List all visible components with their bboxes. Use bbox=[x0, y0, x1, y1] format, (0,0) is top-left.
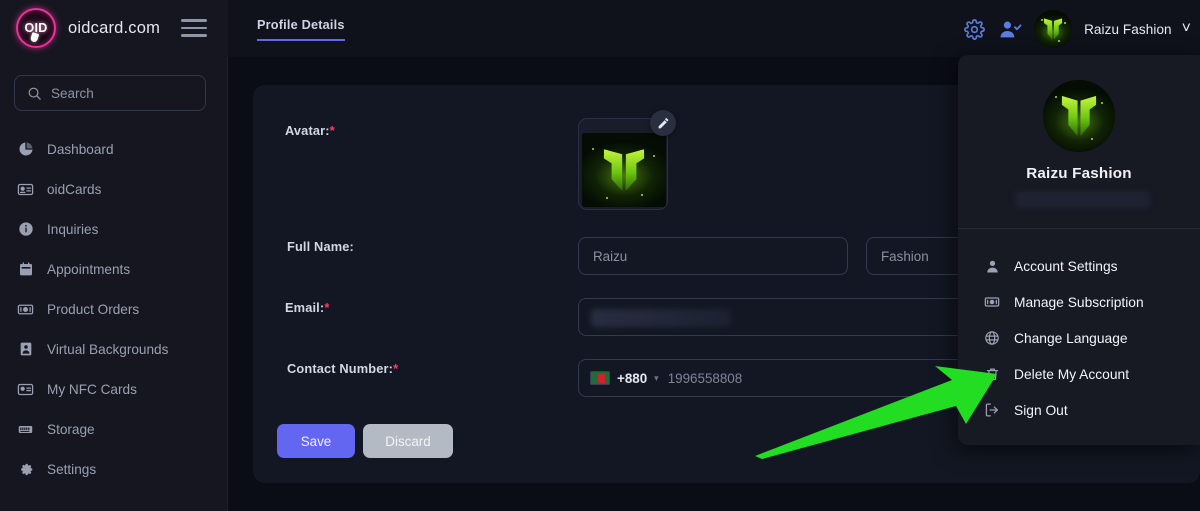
gear-icon[interactable] bbox=[962, 17, 986, 41]
sidebar-item-my-nfc-cards[interactable]: My NFC Cards bbox=[0, 369, 228, 409]
sidebar-item-label: Appointments bbox=[47, 261, 131, 277]
sidebar-item-appointments[interactable]: Appointments bbox=[0, 249, 228, 289]
sidebar-item-dashboard[interactable]: Dashboard bbox=[0, 129, 228, 169]
menu-item-label: Delete My Account bbox=[1014, 366, 1130, 382]
globe-icon bbox=[983, 330, 1001, 346]
sidebar-item-product-orders[interactable]: Product Orders bbox=[0, 289, 228, 329]
sidebar-nav: Dashboard oidCards Inquiries Appointment… bbox=[0, 129, 228, 489]
email-redacted-value bbox=[591, 309, 731, 327]
search-placeholder: Search bbox=[51, 85, 94, 101]
first-name-input[interactable]: Raizu bbox=[578, 237, 848, 275]
last-name-placeholder: Fashion bbox=[881, 248, 929, 264]
top-actions: Raizu Fashion ˅ bbox=[962, 10, 1191, 48]
contact-number-label: Contact Number:* bbox=[287, 361, 398, 376]
pie-chart-icon bbox=[17, 141, 34, 157]
discard-button[interactable]: Discard bbox=[363, 424, 453, 458]
menu-item-delete-my-account[interactable]: Delete My Account bbox=[958, 356, 1200, 392]
required-asterisk: * bbox=[393, 361, 399, 376]
contact-number-label-text: Contact Number: bbox=[287, 361, 394, 376]
email-label-text: Email: bbox=[285, 300, 325, 315]
sidebar-item-label: Settings bbox=[47, 461, 97, 477]
sidebar-item-oidcards[interactable]: oidCards bbox=[0, 169, 228, 209]
top-user-name: Raizu Fashion bbox=[1084, 21, 1172, 37]
sidebar: Search Dashboard oidCards Inquiries Appo… bbox=[0, 57, 228, 511]
dropdown-user-name: Raizu Fashion bbox=[1026, 165, 1132, 182]
full-name-label-text: Full Name: bbox=[287, 239, 354, 254]
user-dropdown-menu: Raizu Fashion Account Settings Manage Su… bbox=[958, 55, 1200, 445]
logo-tail-shape bbox=[29, 32, 40, 43]
nfc-card-icon bbox=[17, 381, 34, 398]
sidebar-item-virtual-backgrounds[interactable]: Virtual Backgrounds bbox=[0, 329, 228, 369]
menu-item-label: Sign Out bbox=[1014, 402, 1068, 418]
id-card-icon bbox=[17, 181, 34, 198]
contact-number-placeholder: 1996558808 bbox=[667, 370, 743, 386]
save-button[interactable]: Save bbox=[277, 424, 355, 458]
info-circle-icon bbox=[17, 221, 34, 237]
brand[interactable]: OID oidcard.com bbox=[16, 8, 160, 48]
required-asterisk: * bbox=[329, 123, 335, 138]
country-code: +880 bbox=[617, 370, 648, 386]
dropdown-avatar bbox=[1043, 80, 1115, 152]
dropdown-email-redacted bbox=[1015, 191, 1150, 208]
person-icon bbox=[983, 259, 1001, 274]
sidebar-item-label: My NFC Cards bbox=[47, 381, 137, 397]
avatar[interactable] bbox=[1034, 10, 1073, 48]
avatar-upload-box[interactable] bbox=[578, 110, 676, 210]
menu-item-manage-subscription[interactable]: Manage Subscription bbox=[958, 284, 1200, 320]
sidebar-item-label: oidCards bbox=[47, 181, 102, 197]
calendar-icon bbox=[17, 261, 34, 277]
email-label: Email:* bbox=[285, 300, 330, 315]
required-asterisk: * bbox=[324, 300, 330, 315]
card-money-icon bbox=[983, 294, 1001, 310]
dropdown-item-list: Account Settings Manage Subscription Cha bbox=[958, 248, 1200, 428]
search-icon bbox=[28, 87, 41, 100]
sidebar-item-storage[interactable]: Storage bbox=[0, 409, 228, 449]
oid-logo-icon: OID bbox=[16, 8, 56, 48]
sidebar-item-label: Storage bbox=[47, 421, 95, 437]
app-root: OID oidcard.com Profile Details Raizu Fa… bbox=[0, 0, 1200, 511]
avatar-label: Avatar:* bbox=[285, 123, 335, 138]
avatar-label-text: Avatar: bbox=[285, 123, 330, 138]
sidebar-item-label: Virtual Backgrounds bbox=[47, 341, 169, 357]
avatar-thumbnail bbox=[582, 133, 666, 207]
menu-item-label: Manage Subscription bbox=[1014, 294, 1144, 310]
menu-item-label: Change Language bbox=[1014, 330, 1128, 346]
full-name-label: Full Name: bbox=[287, 239, 354, 254]
menu-item-sign-out[interactable]: Sign Out bbox=[958, 392, 1200, 428]
sign-out-icon bbox=[983, 402, 1001, 418]
hamburger-icon[interactable] bbox=[181, 19, 207, 37]
sidebar-item-inquiries[interactable]: Inquiries bbox=[0, 209, 228, 249]
first-name-placeholder: Raizu bbox=[593, 248, 628, 264]
bangladesh-flag-icon bbox=[590, 371, 610, 385]
chevron-down-icon[interactable]: ˅ bbox=[1182, 21, 1191, 37]
sidebar-item-label: Inquiries bbox=[47, 221, 99, 237]
menu-item-change-language[interactable]: Change Language bbox=[958, 320, 1200, 356]
dropdown-separator bbox=[958, 228, 1200, 229]
tab-profile-details[interactable]: Profile Details bbox=[257, 18, 345, 41]
pencil-icon[interactable] bbox=[650, 110, 676, 136]
menu-item-account-settings[interactable]: Account Settings bbox=[958, 248, 1200, 284]
server-icon bbox=[17, 421, 34, 438]
banknote-icon bbox=[17, 301, 34, 318]
sidebar-item-label: Product Orders bbox=[47, 301, 140, 317]
brand-name: oidcard.com bbox=[68, 18, 161, 37]
sidebar-item-settings[interactable]: Settings bbox=[0, 449, 228, 489]
search-input[interactable]: Search bbox=[14, 75, 206, 111]
user-check-icon[interactable] bbox=[998, 17, 1022, 41]
trash-icon bbox=[983, 366, 1001, 382]
gear-icon bbox=[17, 461, 34, 477]
menu-item-label: Account Settings bbox=[1014, 258, 1118, 274]
chevron-down-icon[interactable]: ▾ bbox=[654, 373, 659, 384]
portrait-icon bbox=[17, 341, 34, 357]
sidebar-item-label: Dashboard bbox=[47, 141, 114, 157]
